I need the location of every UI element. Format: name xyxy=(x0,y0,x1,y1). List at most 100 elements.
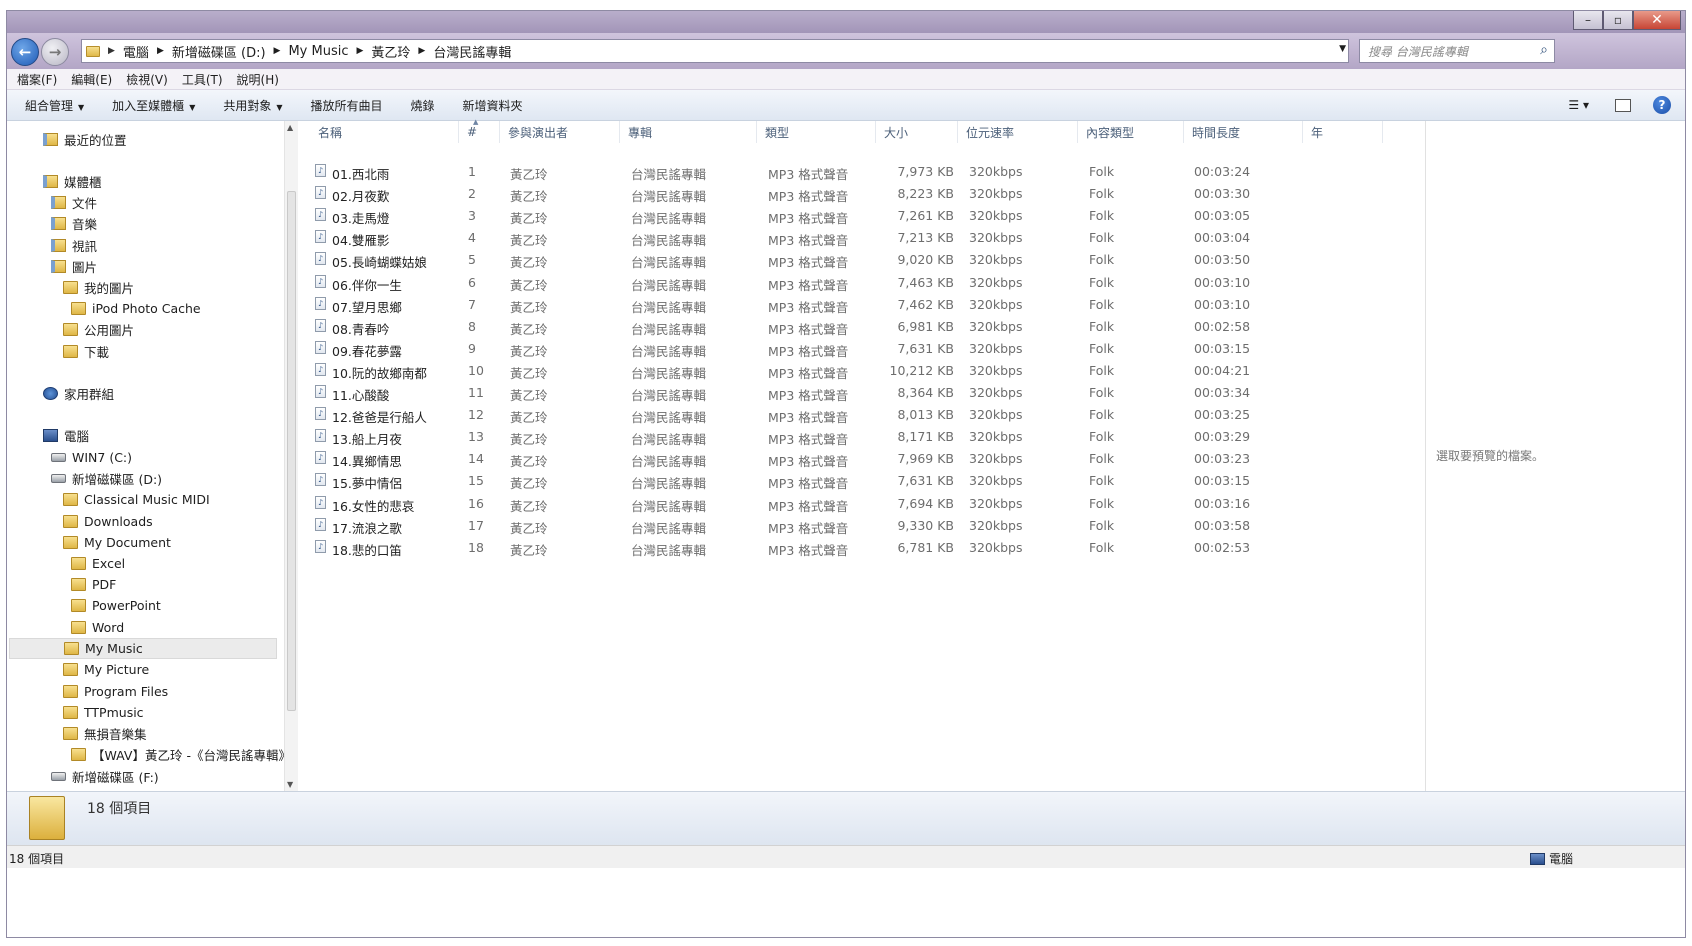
menu-item[interactable]: 檢視(V) xyxy=(126,71,168,88)
file-row[interactable]: ♪ 07.望月思鄉 7 黃乙玲 台灣民謠專輯 MP3 格式聲音 7,462 KB 320kbp… xyxy=(315,294,1328,316)
file-row[interactable]: ♪ 16.女性的悲哀 16 黃乙玲 台灣民謠專輯 MP3 格式聲音 7,694 KB 320k… xyxy=(315,493,1328,515)
file-row[interactable]: ♪ 01.西北雨 1 黃乙玲 台灣民謠專輯 MP3 格式聲音 7,973 KB 320kbps… xyxy=(315,161,1328,183)
file-row[interactable]: ♪ 15.夢中情侶 15 黃乙玲 台灣民謠專輯 MP3 格式聲音 7,631 KB 320kb… xyxy=(315,470,1328,492)
nav-item[interactable]: PowerPoint xyxy=(71,595,161,616)
cell-name: 17.流浪之歌 xyxy=(332,520,402,536)
preview-pane-icon[interactable] xyxy=(1615,98,1631,112)
nav-item[interactable]: iPod Photo Cache xyxy=(71,298,201,319)
nav-item[interactable]: 文件 xyxy=(51,192,97,213)
nav-item[interactable]: 公用圖片 xyxy=(63,319,134,340)
nav-item[interactable]: 新增磁碟區 (F:) xyxy=(51,766,159,787)
toolbar-button[interactable]: 播放所有曲目 xyxy=(311,97,383,114)
nav-item[interactable]: Word xyxy=(71,617,124,638)
nav-item[interactable]: 最近的位置 xyxy=(43,129,127,150)
close-button[interactable]: ✕ xyxy=(1633,11,1681,30)
nav-item[interactable]: 我的圖片 xyxy=(63,277,134,298)
column-header[interactable]: 大小 xyxy=(876,121,958,143)
chevron-down-icon[interactable]: ▼ xyxy=(1339,44,1346,54)
cell-bitrate: 320kbps xyxy=(969,473,1023,489)
toolbar-button[interactable]: 新增資料夾 xyxy=(463,97,523,114)
menu-item[interactable]: 工具(T) xyxy=(182,71,223,88)
breadcrumb-separator-icon[interactable]: ▶ xyxy=(274,46,281,56)
status-location: 電腦 xyxy=(1548,852,1573,866)
file-row[interactable]: ♪ 08.青春吟 8 黃乙玲 台灣民謠專輯 MP3 格式聲音 6,981 KB 320kbps… xyxy=(315,316,1328,338)
cell-num: 12 xyxy=(468,407,484,423)
file-row[interactable]: ♪ 11.心酸酸 11 黃乙玲 台灣民謠專輯 MP3 格式聲音 8,364 KB 320kbp… xyxy=(315,382,1328,404)
nav-item[interactable]: 圖片 xyxy=(51,256,97,277)
maximize-button[interactable]: ▫ xyxy=(1603,11,1633,30)
breadcrumb-item[interactable]: 新增磁碟區 (D:) xyxy=(172,42,266,61)
nav-item[interactable]: My Document xyxy=(63,532,171,553)
file-row[interactable]: ♪ 12.爸爸是行船人 12 黃乙玲 台灣民謠專輯 MP3 格式聲音 8,013 KB 320… xyxy=(315,404,1328,426)
scroll-thumb[interactable] xyxy=(287,191,296,711)
search-icon[interactable]: ⌕ xyxy=(1540,42,1548,58)
file-row[interactable]: ♪ 03.走馬燈 3 黃乙玲 台灣民謠專輯 MP3 格式聲音 7,261 KB 320kbps… xyxy=(315,205,1328,227)
address-bar[interactable]: ▶ 電腦 ▶ 新增磁碟區 (D:) ▶ My Music ▶ 黃乙玲 ▶ 台灣民謠專輯 ▼ xyxy=(81,39,1349,63)
breadcrumb-item[interactable]: 電腦 xyxy=(123,42,149,61)
breadcrumb-item[interactable]: 台灣民謠專輯 xyxy=(433,42,511,61)
nav-item[interactable]: My Music xyxy=(9,638,277,659)
nav-item[interactable]: 下載 xyxy=(63,341,109,362)
cell-size: 7,969 KB xyxy=(897,451,954,467)
nav-item[interactable]: Program Files xyxy=(63,681,168,702)
nav-item[interactable]: PDF xyxy=(71,574,116,595)
title-bar[interactable]: – ▫ ✕ xyxy=(7,11,1685,33)
breadcrumb-item[interactable]: My Music xyxy=(288,44,348,59)
minimize-button[interactable]: – xyxy=(1573,11,1603,30)
nav-item[interactable]: 家用群組 xyxy=(43,383,114,404)
nav-item[interactable]: 【WAV】黃乙玲 -《台灣民謠專輯》 xyxy=(71,744,291,765)
views-icon[interactable]: ☰ ▾ xyxy=(1568,98,1589,112)
nav-item[interactable]: 無損音樂集 xyxy=(63,723,147,744)
nav-item[interactable]: 媒體櫃 xyxy=(43,171,102,192)
toolbar-button[interactable]: 組合管理 ▼ xyxy=(25,97,84,114)
nav-item[interactable]: 電腦 xyxy=(43,425,89,446)
breadcrumb-separator-icon[interactable]: ▶ xyxy=(157,46,164,56)
scroll-up-icon[interactable]: ▲ xyxy=(287,123,293,132)
nav-item[interactable]: Classical Music MIDI xyxy=(63,489,210,510)
column-header[interactable]: 時間長度 xyxy=(1184,121,1303,143)
file-row[interactable]: ♪ 06.伴你一生 6 黃乙玲 台灣民謠專輯 MP3 格式聲音 7,463 KB 320kbp… xyxy=(315,272,1328,294)
column-header[interactable]: 類型 xyxy=(757,121,876,143)
help-icon[interactable]: ? xyxy=(1653,96,1671,114)
column-header[interactable]: 參與演出者 xyxy=(500,121,620,143)
file-row[interactable]: ♪ 10.阮的故鄉南都 10 黃乙玲 台灣民謠專輯 MP3 格式聲音 10,212 KB 32… xyxy=(315,360,1328,382)
file-row[interactable]: ♪ 17.流浪之歌 17 黃乙玲 台灣民謠專輯 MP3 格式聲音 9,330 KB 320kb… xyxy=(315,515,1328,537)
file-row[interactable]: ♪ 05.長崎蝴蝶姑娘 5 黃乙玲 台灣民謠專輯 MP3 格式聲音 9,020 KB 320k… xyxy=(315,249,1328,271)
nav-item[interactable]: TTPmusic xyxy=(63,702,144,723)
file-row[interactable]: ♪ 14.異鄉情思 14 黃乙玲 台灣民謠專輯 MP3 格式聲音 7,969 KB 320kb… xyxy=(315,448,1328,470)
menu-item[interactable]: 編輯(E) xyxy=(71,71,112,88)
scroll-down-icon[interactable]: ▼ xyxy=(287,780,293,789)
column-header[interactable]: 內容類型 xyxy=(1078,121,1184,143)
nav-item[interactable]: 新增磁碟區 (D:) xyxy=(51,468,162,489)
menu-item[interactable]: 檔案(F) xyxy=(17,71,57,88)
nav-item[interactable]: Excel xyxy=(71,553,125,574)
back-button[interactable]: ← xyxy=(11,38,39,66)
column-header[interactable]: # ▲ xyxy=(459,118,500,143)
forward-button[interactable]: → xyxy=(41,38,69,66)
file-row[interactable]: ♪ 02.月夜歎 2 黃乙玲 台灣民謠專輯 MP3 格式聲音 8,223 KB 320kbps… xyxy=(315,183,1328,205)
breadcrumb-item[interactable]: 黃乙玲 xyxy=(371,42,410,61)
column-header[interactable]: 專輯 xyxy=(620,121,757,143)
column-header[interactable]: 名稱 xyxy=(310,121,459,143)
column-header[interactable]: 位元速率 xyxy=(958,121,1078,143)
toolbar-button[interactable]: 共用對象 ▼ xyxy=(223,97,282,114)
search-input[interactable]: 搜尋 台灣民謠專輯 ⌕ xyxy=(1359,39,1555,63)
nav-item[interactable]: 音樂 xyxy=(51,213,97,234)
file-row[interactable]: ♪ 04.雙雁影 4 黃乙玲 台灣民謠專輯 MP3 格式聲音 7,213 KB 320kbps… xyxy=(315,227,1328,249)
file-row[interactable]: ♪ 09.春花夢露 9 黃乙玲 台灣民謠專輯 MP3 格式聲音 7,631 KB 320kbp… xyxy=(315,338,1328,360)
file-row[interactable]: ♪ 18.悲的口笛 18 黃乙玲 台灣民謠專輯 MP3 格式聲音 6,781 KB 320kb… xyxy=(315,537,1328,559)
menu-item[interactable]: 說明(H) xyxy=(237,71,279,88)
breadcrumb-separator-icon[interactable]: ▶ xyxy=(356,46,363,56)
file-row[interactable]: ♪ 13.船上月夜 13 黃乙玲 台灣民謠專輯 MP3 格式聲音 8,171 KB 320kb… xyxy=(315,426,1328,448)
nav-item[interactable]: WIN7 (C:) xyxy=(51,447,132,468)
nav-scrollbar[interactable]: ▲ ▼ xyxy=(284,121,299,791)
column-header[interactable]: 年 xyxy=(1303,121,1383,143)
nav-item[interactable]: 視訊 xyxy=(51,235,97,256)
breadcrumb-separator-icon[interactable]: ▶ xyxy=(418,46,425,56)
navigation-pane: 最近的位置媒體櫃 文件 音樂 視訊 圖片 我的圖片 iPod Photo Cache 公用圖片… xyxy=(7,121,292,791)
nav-item[interactable]: Downloads xyxy=(63,511,153,532)
preview-pane: 選取要預覽的檔案。 xyxy=(1425,121,1551,791)
toolbar-button[interactable]: 燒錄 xyxy=(411,97,435,114)
toolbar-button[interactable]: 加入至媒體櫃 ▼ xyxy=(112,97,195,114)
nav-item[interactable]: My Picture xyxy=(63,659,149,680)
